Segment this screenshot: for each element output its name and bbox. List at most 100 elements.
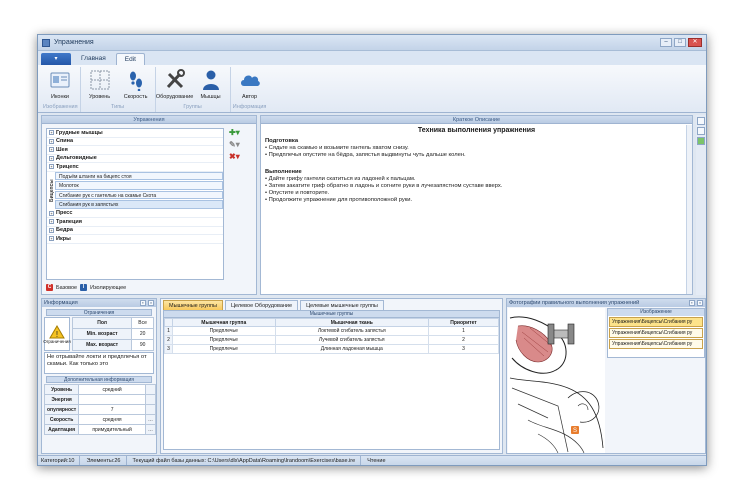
limits-table: Пол Все Min. возраст 20 Max. возраст 90 <box>71 317 154 351</box>
cell-tissue[interactable]: Лучевой сгибатель запястья <box>274 335 430 345</box>
edit-icon[interactable]: ✎▾ <box>229 140 247 150</box>
extra-key: Энергия <box>43 394 80 405</box>
tree-toolbar: ✚▾ ✎▾ ✖▾ <box>229 128 247 162</box>
tree-group[interactable]: + Шея <box>47 146 223 155</box>
speed-button[interactable]: Скорость <box>119 67 153 104</box>
exercise-tree[interactable]: + Грудные мышцы + Спина + Шея + Дельтовидные… <box>46 128 224 280</box>
image-list[interactable]: Изображение Упражнения\Бицепсы\Сгибания … <box>607 308 705 358</box>
tree-group[interactable]: + Грудные мышцы <box>47 129 223 138</box>
table-row[interactable]: 3 Предплечье Длинная ладонная мышца 3 <box>164 344 499 354</box>
limit-value[interactable]: 90 <box>131 339 154 351</box>
tree-group-label[interactable]: Бицепсы <box>49 172 55 210</box>
exercise-item[interactable]: Подъём штанги на бицепс стоя <box>55 171 223 180</box>
tree-group-label: Икры <box>56 235 71 242</box>
page-icon[interactable] <box>697 127 705 135</box>
extra-value[interactable]: средний <box>78 384 146 395</box>
extra-value[interactable]: 7 <box>78 404 146 415</box>
cell-priority[interactable]: 1 <box>428 326 499 336</box>
pin-icon[interactable]: ▪ <box>140 300 146 306</box>
extra-value[interactable]: средняя <box>78 414 146 425</box>
table-row[interactable]: 1 Предплечье Локтевой сгибатель запястья… <box>164 326 499 336</box>
ellipsis-button[interactable]: … <box>145 414 156 425</box>
equipment-button-label: Оборудование <box>155 94 194 100</box>
extra-table: Уровень средний Энергия опулярност 7 Скоро… <box>43 384 156 435</box>
tree-group[interactable]: + Пресс <box>47 210 223 218</box>
exercise-item-selected[interactable]: Сгибания рук в запястьях <box>55 200 223 209</box>
expand-icon[interactable]: + <box>49 236 54 242</box>
exercise-item[interactable]: Сгибание рук с гантелью на скамье Скота <box>55 190 223 199</box>
cell-group[interactable]: Предплечье <box>172 326 276 336</box>
exercise-item[interactable]: Молоток <box>55 181 223 190</box>
expand-icon[interactable]: + <box>49 219 54 225</box>
icons-button[interactable]: Иконки <box>43 67 77 104</box>
status-elements: Элементы:26 <box>86 456 127 465</box>
close-button[interactable]: ✕ <box>688 38 702 47</box>
tab-home[interactable]: Главная <box>73 53 114 65</box>
column-header[interactable]: Приоритет <box>428 318 499 327</box>
tab-edit[interactable]: Edit <box>115 53 145 65</box>
application-menu-button[interactable]: ▾ <box>41 53 71 65</box>
tree-group[interactable]: + Дельтовидные <box>47 155 223 163</box>
equipment-button[interactable]: Оборудование <box>155 67 194 104</box>
cell-priority[interactable]: 2 <box>428 335 499 345</box>
cell-tissue[interactable]: Локтевой сгибатель запястья <box>274 326 430 336</box>
panel-header: Упражнения <box>42 116 256 124</box>
tree-group[interactable]: + Икры <box>47 235 223 244</box>
author-button[interactable]: Автор <box>233 67 267 104</box>
panel-header: Информация ▪ × <box>42 299 156 307</box>
tree-group[interactable]: + Трицепс <box>47 163 223 172</box>
expand-icon[interactable]: + <box>49 210 54 216</box>
minimize-button[interactable]: – <box>660 38 672 47</box>
tab-target-muscles[interactable]: Целевые мышечные группы <box>300 300 384 310</box>
column-header[interactable]: Мышечная группа <box>172 318 276 327</box>
extra-value[interactable]: примудительный <box>78 424 146 435</box>
delete-icon[interactable]: ✖▾ <box>229 152 247 162</box>
muscles-button[interactable]: Мышцы <box>194 67 228 104</box>
panel-header: Краткое Описание <box>261 116 692 124</box>
expand-icon[interactable]: + <box>49 130 54 136</box>
vertical-scrollbar[interactable] <box>686 125 692 294</box>
app-window: Упражнения – □ ✕ ▾ Главная Edit Иконки И… <box>37 34 707 466</box>
tree-group[interactable]: + Бедра <box>47 227 223 235</box>
expand-icon[interactable]: + <box>49 164 54 170</box>
illustration-drawing: S <box>509 316 604 453</box>
close-panel-icon[interactable]: × <box>148 300 154 306</box>
refresh-icon[interactable] <box>697 137 705 145</box>
document-icon[interactable] <box>697 117 705 125</box>
ribbon-group-label: Типы <box>111 104 125 110</box>
level-button[interactable]: Уровень <box>83 67 117 104</box>
pin-icon[interactable]: ▪ <box>689 300 695 306</box>
tree-group-label: Трапеция <box>56 218 82 225</box>
isolating-legend-label: Изолирующее <box>90 284 127 291</box>
cell-priority[interactable]: 3 <box>428 344 499 354</box>
limit-value[interactable]: 20 <box>131 328 154 340</box>
cell-tissue[interactable]: Длинная ладонная мышца <box>274 344 430 354</box>
image-list-item[interactable]: Упражнения\Бицепсы\Сгибания ру <box>609 328 703 338</box>
tree-group[interactable]: + Спина <box>47 138 223 146</box>
table-row[interactable]: 2 Предплечье Лучевой сгибатель запястья … <box>164 335 499 345</box>
extra-value[interactable] <box>78 394 146 405</box>
close-panel-icon[interactable]: × <box>697 300 703 306</box>
tab-muscle-groups[interactable]: Мышечные группы <box>163 300 223 310</box>
cell-group[interactable]: Предплечье <box>172 344 276 354</box>
limit-value[interactable]: Все <box>131 317 154 329</box>
cell-group[interactable]: Предплечье <box>172 335 276 345</box>
description-text: Техника выполнения упражнения Подготовка… <box>261 124 692 207</box>
column-header[interactable]: Мышечная ткань <box>274 318 430 327</box>
ellipsis-button[interactable]: … <box>145 424 156 435</box>
maximize-button[interactable]: □ <box>674 38 686 47</box>
image-list-item[interactable]: Упражнения\Бицепсы\Сгибания ру <box>609 317 703 327</box>
note-text[interactable]: Не отрывайте локти и предплечья от скамь… <box>44 352 154 374</box>
expand-icon[interactable]: + <box>49 227 54 233</box>
expand-icon[interactable]: + <box>49 155 54 161</box>
muscles-button-label: Мышцы <box>200 94 221 100</box>
expand-icon[interactable]: + <box>49 147 54 153</box>
tree-group[interactable]: + Трапеция <box>47 218 223 227</box>
expand-icon[interactable]: + <box>49 138 54 144</box>
add-icon[interactable]: ✚▾ <box>229 128 247 138</box>
extra-spacer <box>145 394 156 405</box>
panel-header: Фотографии правильного выполнения упражн… <box>507 299 705 307</box>
tab-target-equipment[interactable]: Целевое Оборудование <box>224 300 299 310</box>
workspace: Упражнения + Грудные мышцы + Спина + Шея + Д… <box>38 114 706 455</box>
image-list-item[interactable]: Упражнения\Бицепсы\Сгибания ру <box>609 339 703 349</box>
